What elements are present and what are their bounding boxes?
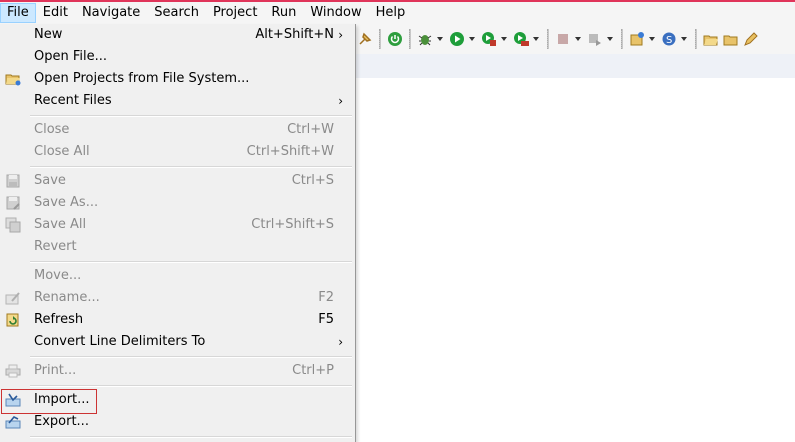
new-class-dropdown-icon[interactable] bbox=[681, 37, 687, 41]
menu-item-open-file[interactable]: Open File... bbox=[0, 46, 354, 68]
menu-item-refresh[interactable]: Refresh F5 bbox=[0, 309, 354, 331]
menu-window[interactable]: Window bbox=[303, 3, 368, 23]
menu-bar: File Edit Navigate Search Project Run Wi… bbox=[0, 2, 795, 24]
menu-run[interactable]: Run bbox=[264, 3, 303, 23]
menu-separator bbox=[30, 436, 352, 438]
menu-help[interactable]: Help bbox=[369, 3, 413, 23]
coverage-dropdown-icon[interactable] bbox=[501, 37, 507, 41]
menu-separator bbox=[30, 166, 352, 168]
menu-item-recent-files[interactable]: Recent Files › bbox=[0, 90, 354, 112]
menu-item-print: Print... Ctrl+P bbox=[0, 360, 354, 382]
open-type-icon[interactable] bbox=[703, 31, 719, 47]
stop-icon bbox=[555, 31, 571, 47]
import-highlight-box bbox=[1, 389, 97, 414]
debug-icon[interactable] bbox=[417, 31, 433, 47]
menu-file[interactable]: File bbox=[0, 3, 36, 23]
coverage-icon[interactable] bbox=[481, 31, 497, 47]
new-java-project-icon[interactable] bbox=[629, 31, 645, 47]
export-icon bbox=[5, 414, 21, 430]
save-all-icon bbox=[5, 217, 21, 233]
editor-area bbox=[355, 78, 795, 442]
menu-separator bbox=[30, 356, 352, 358]
save-icon bbox=[5, 173, 21, 189]
menu-item-export[interactable]: Export... bbox=[0, 411, 354, 433]
submenu-arrow-icon: › bbox=[338, 94, 343, 108]
svg-text:S: S bbox=[666, 35, 672, 46]
menu-item-close-all: Close All Ctrl+Shift+W bbox=[34, 144, 334, 159]
file-menu-dropdown: New Alt+Shift+N › Open File... Open Proj… bbox=[0, 24, 356, 442]
run-dropdown-icon[interactable] bbox=[469, 37, 475, 41]
folder-icon bbox=[5, 71, 21, 87]
menu-item-convert-line-delimiters[interactable]: Convert Line Delimiters To › bbox=[0, 331, 354, 353]
toolbar-separator bbox=[547, 29, 549, 49]
edit-pencil-icon[interactable] bbox=[743, 31, 759, 47]
external-tools-dropdown-icon[interactable] bbox=[533, 37, 539, 41]
print-icon bbox=[5, 363, 21, 379]
editor-tab-area bbox=[355, 54, 795, 78]
debug-dropdown-icon[interactable] bbox=[437, 37, 443, 41]
menu-item-save-as: Save As... bbox=[0, 192, 354, 214]
menu-separator bbox=[30, 385, 352, 387]
menu-item-save: Save Ctrl+S bbox=[0, 170, 354, 192]
menu-project[interactable]: Project bbox=[206, 3, 264, 23]
stop-dropdown-icon bbox=[575, 37, 581, 41]
deploy-icon bbox=[587, 31, 603, 47]
menu-item-save-all: Save All Ctrl+Shift+S bbox=[0, 214, 354, 236]
menu-separator bbox=[30, 115, 352, 117]
menu-item-revert: Revert bbox=[34, 239, 77, 254]
pin-icon[interactable] bbox=[357, 31, 373, 47]
new-java-project-dropdown-icon[interactable] bbox=[649, 37, 655, 41]
main-toolbar: S bbox=[355, 24, 795, 54]
toolbar-separator bbox=[409, 29, 411, 49]
spring-boot-icon[interactable] bbox=[387, 31, 403, 47]
menu-item-rename: Rename... F2 bbox=[0, 287, 354, 309]
menu-navigate[interactable]: Navigate bbox=[75, 3, 147, 23]
open-folder-icon[interactable] bbox=[723, 31, 739, 47]
toolbar-separator bbox=[379, 29, 381, 49]
menu-edit[interactable]: Edit bbox=[36, 3, 75, 23]
new-class-icon[interactable]: S bbox=[661, 31, 677, 47]
refresh-icon bbox=[5, 312, 21, 328]
rename-icon bbox=[5, 290, 21, 306]
deploy-dropdown-icon bbox=[607, 37, 613, 41]
submenu-arrow-icon: › bbox=[338, 28, 343, 42]
toolbar-separator bbox=[695, 29, 697, 49]
submenu-arrow-icon: › bbox=[338, 335, 343, 349]
menu-item-new[interactable]: New Alt+Shift+N › bbox=[0, 24, 354, 46]
external-tools-icon[interactable] bbox=[513, 31, 529, 47]
save-as-icon bbox=[5, 195, 21, 211]
menu-item-close: Close Ctrl+W bbox=[34, 122, 334, 137]
menu-item-move: Move... bbox=[34, 268, 82, 283]
toolbar-separator bbox=[621, 29, 623, 49]
menu-search[interactable]: Search bbox=[147, 3, 206, 23]
menu-item-open-projects[interactable]: Open Projects from File System... bbox=[0, 68, 354, 90]
menu-separator bbox=[30, 261, 352, 263]
run-icon[interactable] bbox=[449, 31, 465, 47]
